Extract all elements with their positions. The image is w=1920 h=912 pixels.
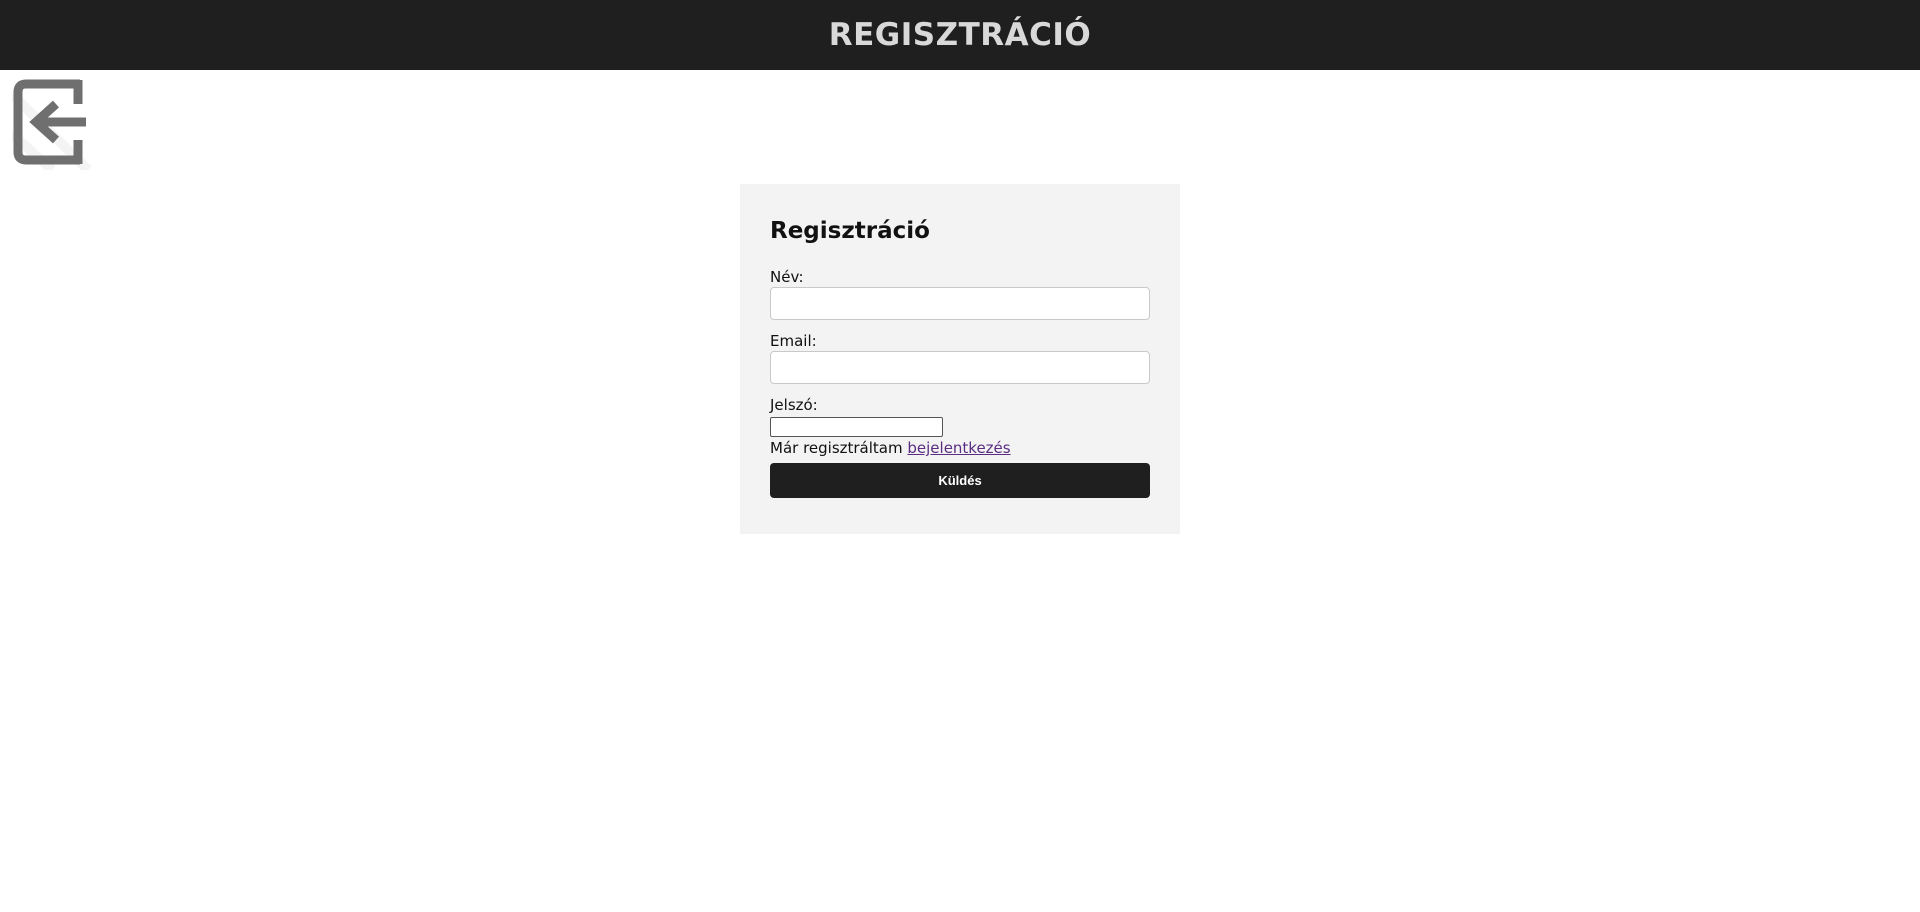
- form-heading: Regisztráció: [770, 218, 930, 244]
- name-input[interactable]: [770, 287, 1150, 320]
- back-button[interactable]: [12, 74, 102, 170]
- registration-card: Regisztráció Név: Email: Jelszó: Már reg…: [740, 184, 1180, 534]
- password-input[interactable]: [770, 417, 943, 437]
- email-input[interactable]: [770, 351, 1150, 384]
- submit-button[interactable]: Küldés: [770, 463, 1150, 498]
- exit-arrow-left-icon: [12, 79, 92, 170]
- email-label: Email:: [770, 332, 817, 350]
- name-label: Név:: [770, 268, 804, 286]
- login-link[interactable]: bejelentkezés: [907, 439, 1010, 457]
- page-title: REGISZTRÁCIÓ: [828, 17, 1092, 53]
- top-header: REGISZTRÁCIÓ: [0, 0, 1920, 70]
- already-registered-line: Már regisztráltam bejelentkezés: [770, 439, 1011, 457]
- password-label: Jelszó:: [770, 396, 818, 414]
- already-registered-text: Már regisztráltam: [770, 439, 908, 457]
